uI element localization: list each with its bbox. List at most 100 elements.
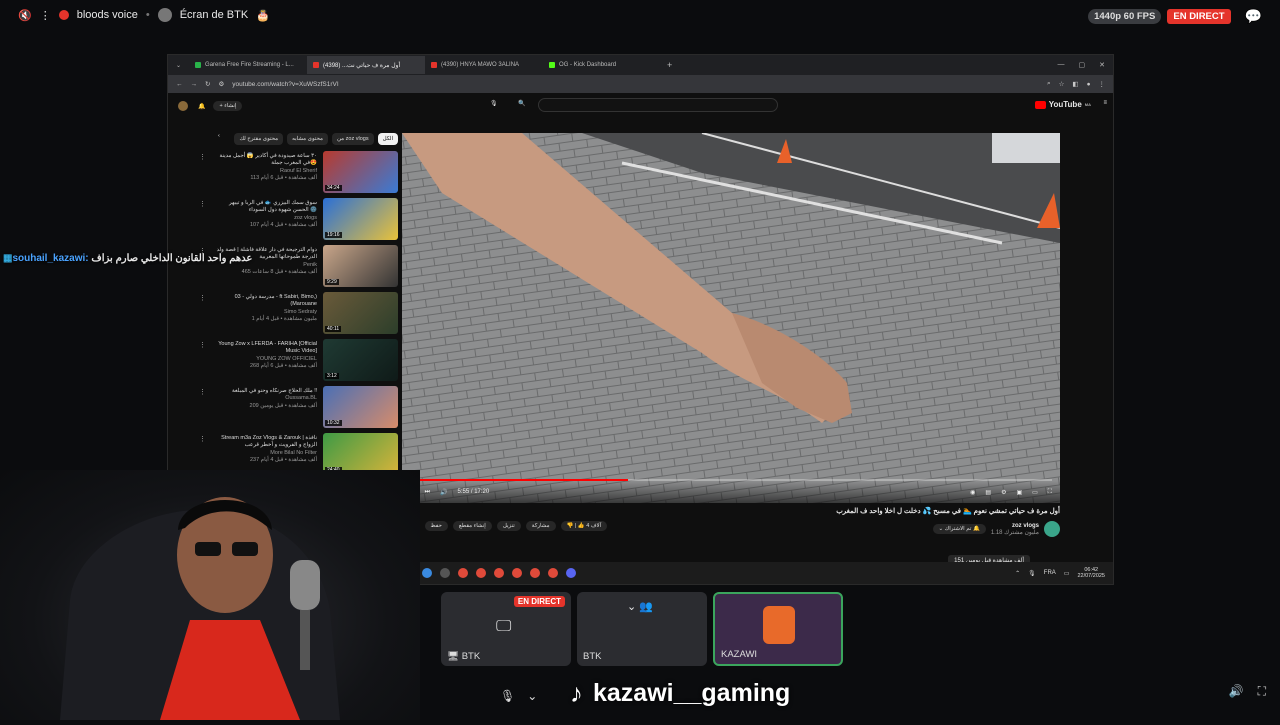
chrome-icon[interactable] xyxy=(511,568,522,578)
chip[interactable]: محتوى مشابه xyxy=(287,133,328,145)
browser-tab[interactable]: (4390) HNYA MAWO 3ALINA xyxy=(425,56,543,74)
rec-thumbnail[interactable]: 10:32 xyxy=(323,386,398,428)
browser-tab[interactable]: OG - Kick Dashboard xyxy=(543,56,661,74)
site-info-icon[interactable]: ⚙ xyxy=(218,80,224,88)
favicon-icon xyxy=(195,62,202,68)
taskbar-app-icon[interactable] xyxy=(421,568,432,578)
chrome-icon[interactable] xyxy=(547,568,558,578)
chip[interactable]: محتوى مقترح لك xyxy=(234,133,284,145)
webcam-overlay xyxy=(0,470,420,720)
rec-thumbnail[interactable]: 19:16 xyxy=(323,198,398,240)
url-field[interactable]: youtube.com/watch?v=XuWSzfS1rVI xyxy=(232,81,1039,88)
chevron-down-icon[interactable]: ⌄ xyxy=(527,689,537,703)
list-item[interactable]: ⋮ ملك الحلاج صرنكاه وحنو في المبلغة ‼ Ouss… xyxy=(178,386,398,433)
channel-name[interactable]: zoz vlogs xyxy=(1012,523,1039,529)
language-indicator[interactable]: FRA xyxy=(1044,570,1056,576)
more-menu-icon[interactable]: ⋮ xyxy=(199,292,206,339)
rec-thumbnail[interactable]: 9:29 xyxy=(323,245,398,287)
more-menu-icon[interactable]: ⋮ xyxy=(199,339,206,386)
rec-thumbnail[interactable]: 3:12 xyxy=(323,339,398,381)
bookmark-star-icon[interactable]: ☆ xyxy=(1059,80,1065,88)
notifications-icon[interactable]: 🔔 xyxy=(198,103,205,110)
discord-topbar: 🔇 ⋮ bloods voice • Écran de BTK 🎂 1440p … xyxy=(0,0,1280,32)
browser-tab[interactable]: Garena Free Fire Streaming - L... xyxy=(189,56,307,74)
channel-avatar[interactable] xyxy=(1044,521,1060,537)
discord-icon[interactable] xyxy=(565,568,576,578)
tab-search-icon[interactable]: ⌄ xyxy=(168,62,189,69)
rec-stats: 107 ألف مشاهدة • قبل 4 أيام xyxy=(249,222,317,229)
stream-tile[interactable]: ⌄ 👥 BTK xyxy=(577,592,707,666)
voice-channel-name[interactable]: bloods voice xyxy=(77,9,138,21)
minimize-icon[interactable]: — xyxy=(1058,61,1065,69)
rec-title: ملك الحلاج صرنكاه وحنو في المبلغة ‼ xyxy=(232,388,317,394)
channel-row: ⌄ تم الاشتراك 🔔 zoz vlogs 1.18 مليون مشتر… xyxy=(932,521,1060,537)
download-button[interactable]: تنزيل xyxy=(496,521,521,531)
fullscreen-icon[interactable]: ⛶ xyxy=(1258,684,1266,699)
list-item[interactable]: ⋮ ٣٠ ساعة صيدودة في أكادير 😱 أجمل مدينة ف… xyxy=(178,151,398,198)
autoplay-toggle[interactable]: ◉ xyxy=(970,489,975,496)
forward-icon[interactable]: → xyxy=(191,81,198,88)
next-icon[interactable]: ⏭ xyxy=(425,489,430,496)
chip[interactable]: من zoz vlogs xyxy=(331,133,374,145)
new-tab-button[interactable]: + xyxy=(661,60,678,70)
theater-icon[interactable]: ▭ xyxy=(1032,489,1038,496)
hamburger-icon[interactable]: ≡ xyxy=(1103,100,1107,106)
share-button[interactable]: مشاركة xyxy=(525,521,556,531)
reload-icon[interactable]: ↻ xyxy=(205,80,210,88)
close-icon[interactable]: ✕ xyxy=(1099,61,1105,69)
search-input[interactable] xyxy=(538,98,778,112)
chrome-icon[interactable] xyxy=(457,568,468,578)
browser-tab-active[interactable]: أول مرة ف حياتي نت... (4398) xyxy=(307,56,426,74)
chat-bubble-icon[interactable]: 💬 xyxy=(1245,8,1262,25)
subscribed-button[interactable]: ⌄ تم الاشتراك 🔔 xyxy=(932,524,986,534)
search-icon[interactable]: 🔍 xyxy=(518,100,525,107)
stream-tile-selected[interactable]: KAZAWI xyxy=(713,592,843,666)
settings-icon[interactable]: ⚙ xyxy=(1001,489,1006,496)
chip-selected[interactable]: الكل xyxy=(377,133,398,145)
rec-thumbnail[interactable]: 34:24 xyxy=(323,151,398,193)
live-badge: EN DIRECT xyxy=(513,596,565,607)
volume-icon[interactable]: 🔊 xyxy=(1229,684,1244,699)
mute-icon[interactable]: 🔇 xyxy=(18,9,32,22)
server-icon[interactable]: 🎂 xyxy=(256,9,270,22)
clip-button[interactable]: إنشاء مقطع xyxy=(452,521,492,531)
rec-thumbnail[interactable]: 24:40 xyxy=(323,433,398,475)
list-item[interactable]: ⋮ Young Zow x LFERDA - FARIHA [Official M… xyxy=(178,339,398,386)
like-dislike-button[interactable]: 👎 | 👍 4 آلاف xyxy=(560,521,608,531)
taskbar-app-icon[interactable] xyxy=(439,568,450,578)
create-button[interactable]: + إنشاء xyxy=(213,101,243,111)
extensions-icon[interactable]: ◧ xyxy=(1072,80,1078,88)
chevron-left-icon[interactable]: ‹ xyxy=(178,133,220,145)
miniplayer-icon[interactable]: ▣ xyxy=(1016,489,1022,496)
video-player[interactable]: ▶ ⏭ 🔊 5:55 / 17:20 ◉ ▤ ⚙ ▣ ▭ ⛶ xyxy=(402,133,1060,503)
grip-icon[interactable]: ⋮ xyxy=(40,9,51,22)
chrome-icon[interactable] xyxy=(493,568,504,578)
subtitles-icon[interactable]: ▤ xyxy=(985,489,991,496)
mic-icon[interactable]: 🎙 xyxy=(1028,570,1036,577)
save-button[interactable]: حفظ xyxy=(424,521,448,531)
more-menu-icon[interactable]: ⋮ xyxy=(199,198,206,245)
chrome-icon[interactable] xyxy=(529,568,540,578)
more-menu-icon[interactable]: ⋮ xyxy=(199,151,206,198)
volume-icon[interactable]: 🔊 xyxy=(440,489,447,496)
fullscreen-icon[interactable]: ⛶ xyxy=(1048,489,1052,496)
rec-thumbnail[interactable]: 40:11 xyxy=(323,292,398,334)
zoom-icon[interactable]: ⌕ xyxy=(1047,80,1051,88)
chrome-icon[interactable] xyxy=(475,568,486,578)
like-count: 4 آلاف xyxy=(586,523,602,529)
clock[interactable]: 06:42 22/07/2025 xyxy=(1077,567,1105,579)
mic-icon[interactable]: 🎙 xyxy=(490,100,498,107)
youtube-logo[interactable]: YouTube MA xyxy=(1034,100,1091,109)
avatar[interactable] xyxy=(178,101,188,111)
list-item[interactable]: ⋮ سوق سمك البيزري 🐟 في الربا و تيبهر الحس… xyxy=(178,198,398,245)
more-menu-icon[interactable]: ⋮ xyxy=(199,386,206,433)
chevron-up-icon[interactable]: ⌃ xyxy=(1015,570,1020,577)
stream-tile[interactable]: 🖵 EN DIRECT 🖥 BTK xyxy=(441,592,571,666)
menu-icon[interactable]: ⋮ xyxy=(1099,80,1106,88)
list-item[interactable]: ⋮ مدرسة دولي - 03 - ft Sabiri, Bimo,) (Ma… xyxy=(178,292,398,339)
back-icon[interactable]: ← xyxy=(176,81,183,88)
mic-icon[interactable]: 🎙 xyxy=(500,689,515,703)
maximize-icon[interactable]: ▢ xyxy=(1079,61,1086,69)
network-icon[interactable]: ▭ xyxy=(1064,570,1070,577)
profile-icon[interactable]: ● xyxy=(1087,81,1091,88)
